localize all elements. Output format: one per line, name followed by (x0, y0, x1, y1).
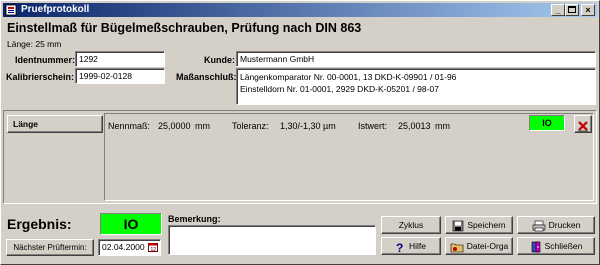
bemerkung-label: Bemerkung: (168, 214, 221, 224)
app-window: Pruefprotokoll _ × Einstellmaß für Bügel… (0, 0, 600, 265)
laenge-button[interactable]: Länge (7, 115, 103, 133)
mass-line-1: Längenkomparator Nr. 00-0001, 13 DKD-K-0… (240, 72, 457, 82)
delete-x-icon (578, 120, 588, 132)
save-icon (453, 220, 464, 232)
nenn-label: Nennmaß: (108, 121, 151, 131)
nenn-unit: mm (195, 121, 210, 131)
zyklus-button[interactable]: Zyklus (381, 216, 441, 234)
speichern-label: Speichern (467, 220, 506, 230)
print-icon (532, 220, 545, 232)
drucken-button[interactable]: Drucken (517, 216, 595, 234)
measurement-panel: Länge Nennmaß: 25,0000 mm Toleranz: 1,30… (3, 110, 597, 204)
zyklus-label: Zyklus (398, 220, 424, 230)
mass-field[interactable]: Längenkomparator Nr. 00-0001, 13 DKD-K-0… (236, 68, 596, 105)
maximize-button[interactable] (565, 4, 579, 16)
nenn-value: 25,0000 (158, 121, 191, 131)
tol-label: Toleranz: (232, 121, 269, 131)
svg-text:12: 12 (151, 247, 157, 252)
minimize-button[interactable]: _ (551, 4, 565, 16)
schliessen-label: Schließen (544, 241, 583, 251)
kunde-label: Kunde: (204, 55, 235, 65)
ergebnis-label: Ergebnis: (7, 216, 72, 232)
mass-label: Maßanschluß: (176, 72, 237, 82)
ergebnis-status: IO (100, 213, 162, 235)
close-icon: × (585, 5, 591, 15)
minimize-icon: _ (555, 5, 561, 15)
ist-unit: mm (435, 121, 450, 131)
schliessen-button[interactable]: Schließen (517, 237, 595, 255)
mass-line-2: Einstelldorn Nr. 01-0001, 2929 DKD-K-052… (240, 84, 439, 94)
kalib-field[interactable]: 1999-02-0128 (75, 68, 165, 84)
ist-value: 25,0013 (398, 121, 431, 131)
calendar-icon[interactable]: 12 (148, 242, 158, 252)
bemerkung-field[interactable] (168, 225, 376, 255)
maximize-icon (568, 6, 576, 13)
title-bar[interactable]: Pruefprotokoll _ × (3, 3, 597, 17)
next-date-field[interactable]: 02.04.2000 12 (98, 239, 161, 256)
delete-button[interactable] (574, 115, 592, 133)
exit-door-icon (531, 241, 540, 253)
ident-field[interactable]: 1292 (75, 51, 165, 67)
kunde-field[interactable]: Mustermann GmbH (236, 51, 596, 67)
hilfe-label: Hilfe (408, 241, 426, 251)
window-title: Pruefprotokoll (21, 4, 90, 15)
page-title: Einstellmaß für Bügelmeßschrauben, Prüfu… (7, 21, 362, 35)
ident-label: Identnummer: (15, 55, 76, 65)
help-icon: ? (396, 241, 403, 255)
next-date-button[interactable]: Nächster Prüftermin: (6, 239, 94, 256)
close-window-button[interactable]: × (581, 4, 595, 16)
next-date-value: 02.04.2000 (102, 242, 145, 252)
tol-value: 1,30/-1,30 µm (280, 121, 336, 131)
drucken-label: Drucken (548, 220, 581, 230)
kalib-label: Kalibrierschein: (6, 72, 75, 82)
datei-orga-label: Datei-Orga (466, 241, 509, 251)
ist-label: Istwert: (358, 121, 388, 131)
speichern-button[interactable]: Speichern (445, 216, 513, 234)
app-icon (5, 4, 17, 16)
svg-text:?: ? (396, 241, 403, 253)
measurement-status-badge: IO (529, 115, 565, 131)
page-subtitle: Länge: 25 mm (7, 39, 62, 49)
datei-orga-button[interactable]: Datei-Orga (445, 237, 513, 255)
hilfe-button[interactable]: ? Hilfe (381, 237, 441, 255)
folder-icon (450, 243, 464, 253)
